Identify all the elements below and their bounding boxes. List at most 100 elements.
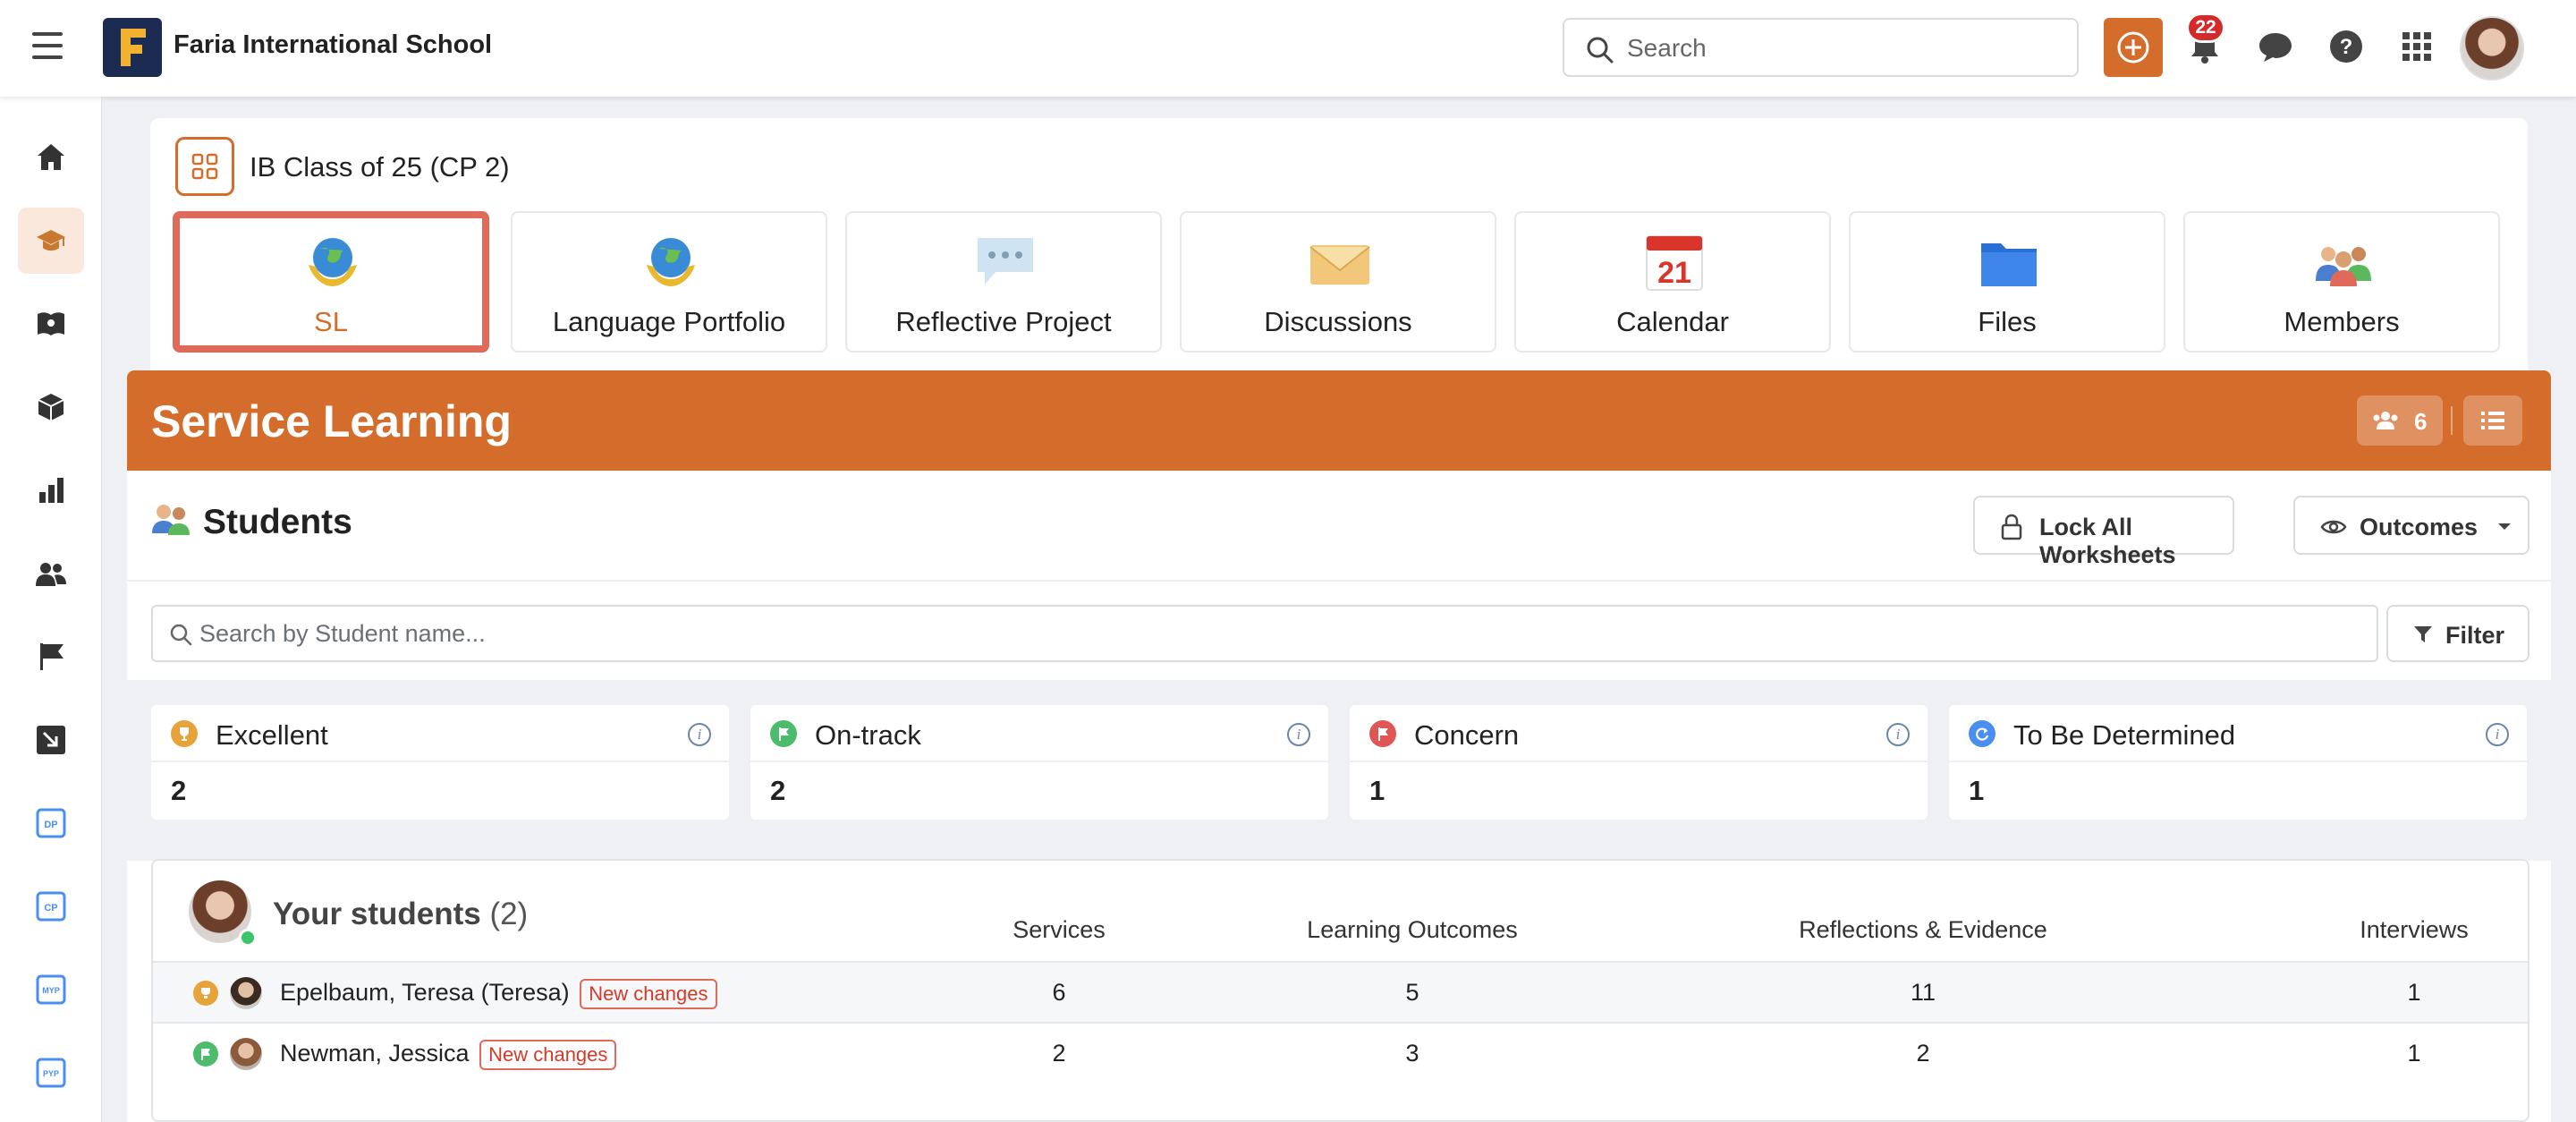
stat-card-concern[interactable]: Concern i 1 — [1350, 705, 1928, 820]
student-name[interactable]: Epelbaum, Teresa (Teresa) — [280, 979, 570, 1006]
stat-card-on-track[interactable]: On-track i 2 — [750, 705, 1328, 820]
column-header: Services — [1013, 916, 1106, 943]
table-cell: 2 — [1916, 1040, 1930, 1067]
student-search-input[interactable] — [199, 616, 2346, 650]
info-icon[interactable]: i — [1886, 723, 1910, 746]
calendar-icon: 21 — [1646, 235, 1703, 291]
flag-icon — [1369, 720, 1396, 747]
students-toolbar: Students Lock All Worksheets Outcomes — [127, 471, 2551, 582]
tab-calendar[interactable]: 21 Calendar — [1514, 211, 1831, 353]
stat-card-excellent[interactable]: Excellent i 2 — [151, 705, 729, 820]
table-cell: 2 — [1052, 1040, 1066, 1067]
sidebar-item-dp[interactable]: DP — [18, 790, 84, 856]
tab-label: Reflective Project — [895, 306, 1112, 337]
school-logo[interactable] — [103, 18, 162, 77]
global-search[interactable] — [1563, 18, 2079, 77]
service-learning-panel: Service Learning 6 Students Lock All Wor… — [127, 370, 2551, 1122]
sidebar-item-flag[interactable] — [18, 624, 84, 690]
flag-icon — [193, 1041, 218, 1067]
left-sidebar: DP CP MYP PYP — [0, 97, 102, 1122]
sidebar-item-cube[interactable] — [18, 374, 84, 440]
student-search[interactable] — [151, 605, 2378, 662]
sidebar-item-book[interactable] — [18, 291, 84, 357]
member-count-button[interactable]: 6 — [2357, 395, 2443, 446]
table-row[interactable]: Newman, Jessica New changes 2 3 2 1 — [153, 1022, 2528, 1083]
student-search-row: Filter — [127, 582, 2551, 680]
column-header: Interviews — [2360, 916, 2469, 943]
globe-hands-icon — [647, 238, 695, 286]
class-grid-icon[interactable] — [175, 137, 234, 196]
user-avatar[interactable] — [2460, 16, 2524, 81]
plus-circle-icon — [2117, 31, 2149, 64]
sidebar-item-users[interactable] — [18, 540, 84, 607]
table-row[interactable]: Epelbaum, Teresa (Teresa) New changes 6 5 1… — [153, 961, 2528, 1022]
list-view-button[interactable] — [2463, 395, 2522, 446]
stat-header: Excellent i — [151, 705, 729, 762]
filter-label: Filter — [2445, 622, 2505, 649]
myp-icon: MYP — [36, 974, 66, 1005]
tab-language-portfolio[interactable]: Language Portfolio — [511, 211, 827, 353]
sidebar-item-arrow-down-right[interactable] — [18, 707, 84, 773]
pyp-icon: PYP — [36, 1058, 66, 1088]
search-icon — [1587, 37, 1614, 64]
member-count: 6 — [2414, 408, 2428, 435]
people-icon — [2316, 247, 2371, 286]
filter-button[interactable]: Filter — [2386, 605, 2529, 662]
book-icon — [38, 312, 64, 336]
stat-card-to-be-determined[interactable]: To Be Determined i 1 — [1949, 705, 2527, 820]
help-icon[interactable]: ? — [2326, 27, 2366, 66]
stat-label: On-track — [815, 719, 921, 751]
cube-icon — [38, 394, 64, 421]
menu-icon[interactable] — [32, 32, 63, 59]
stat-value: 2 — [770, 775, 786, 806]
stat-label: Excellent — [216, 719, 328, 751]
apps-grid-icon[interactable] — [2397, 27, 2436, 66]
add-button[interactable] — [2104, 18, 2163, 77]
tab-sl[interactable]: SL — [173, 211, 489, 353]
home-icon — [38, 144, 64, 170]
tab-files[interactable]: Files — [1849, 211, 2165, 353]
student-name[interactable]: Newman, Jessica — [280, 1040, 470, 1067]
trophy-icon — [193, 981, 218, 1006]
cp-icon: CP — [36, 891, 66, 922]
stat-header: On-track i — [750, 705, 1328, 762]
envelope-icon — [1309, 245, 1370, 285]
speech-bubble-icon — [978, 238, 1033, 285]
stat-value: 1 — [1369, 775, 1385, 806]
stat-value: 2 — [171, 775, 187, 806]
sidebar-item-bar-chart[interactable] — [18, 457, 84, 523]
info-icon[interactable]: i — [2486, 723, 2509, 746]
flag-icon — [770, 720, 797, 747]
tab-discussions[interactable]: Discussions — [1180, 211, 1496, 353]
global-search-input[interactable] — [1627, 30, 2056, 66]
student-name-cell[interactable]: Newman, Jessica New changes — [280, 1040, 617, 1070]
online-status-dot — [239, 929, 257, 947]
sidebar-item-graduation-cap[interactable] — [18, 208, 84, 274]
svg-text:PYP: PYP — [43, 1069, 59, 1078]
info-icon[interactable]: i — [688, 723, 711, 746]
sidebar-item-home[interactable] — [18, 124, 84, 191]
messages-icon[interactable] — [2256, 27, 2295, 66]
header-divider — [2451, 406, 2453, 435]
tab-label: Language Portfolio — [552, 306, 786, 337]
tab-label: Calendar — [1616, 306, 1729, 337]
your-students-count: (2) — [489, 897, 529, 931]
sidebar-item-cp[interactable]: CP — [18, 873, 84, 939]
table-cell: 3 — [1405, 1040, 1419, 1067]
your-students-heading: Your students (2) — [273, 897, 528, 932]
list-icon — [2481, 412, 2504, 429]
tab-members[interactable]: Members — [2183, 211, 2500, 353]
sidebar-item-myp[interactable]: MYP — [18, 956, 84, 1023]
students-icon — [152, 505, 190, 535]
student-name-cell[interactable]: Epelbaum, Teresa (Teresa) New changes — [280, 979, 717, 1009]
table-cell: 6 — [1052, 979, 1066, 1006]
info-icon[interactable]: i — [1287, 723, 1310, 746]
lock-all-worksheets-button[interactable]: Lock All Worksheets — [1973, 496, 2234, 568]
globe-hands-icon — [309, 238, 357, 286]
table-cell: 1 — [2407, 979, 2421, 1006]
stat-header: Concern i — [1350, 705, 1928, 762]
outcomes-dropdown[interactable]: Outcomes — [2293, 496, 2529, 555]
school-name[interactable]: Faria International School — [174, 30, 492, 60]
sidebar-item-pyp[interactable]: PYP — [18, 1040, 84, 1106]
tab-reflective-project[interactable]: Reflective Project — [845, 211, 1162, 353]
